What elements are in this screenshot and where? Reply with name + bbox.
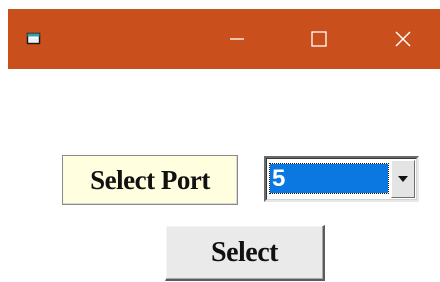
close-button[interactable] — [378, 9, 428, 69]
close-icon — [395, 31, 411, 47]
chevron-down-icon — [398, 176, 408, 182]
port-select-field[interactable]: 5 — [266, 158, 417, 200]
title-bar[interactable] — [8, 9, 440, 69]
maximize-icon — [311, 31, 327, 47]
port-select-dropdown-button[interactable] — [391, 160, 415, 198]
minimize-icon — [230, 38, 244, 40]
select-button[interactable]: Select — [165, 225, 325, 281]
minimize-button[interactable] — [212, 9, 262, 69]
select-port-label: Select Port — [62, 155, 238, 205]
port-select[interactable]: 5 — [264, 156, 419, 202]
port-select-value[interactable]: 5 — [269, 163, 389, 194]
app-icon — [26, 32, 41, 45]
maximize-button[interactable] — [294, 9, 344, 69]
